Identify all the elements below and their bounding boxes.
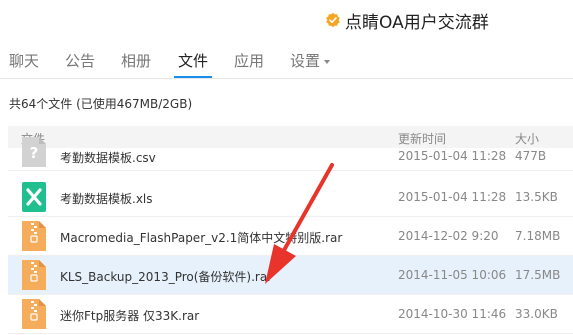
file-size: 13.5KB (515, 190, 558, 204)
file-size: 477B (515, 149, 547, 163)
file-row-selected[interactable]: KLS_Backup_2013_Pro(备份软件).rar 2014-11-05… (8, 256, 573, 295)
file-name[interactable]: Macromedia_FlashPaper_v2.1简体中文特别版.rar (60, 229, 342, 246)
chevron-down-icon (324, 59, 331, 64)
file-row[interactable]: 考勤数据模板.xls 2015-01-04 11:28 13.5KB (8, 178, 573, 217)
file-name[interactable]: KLS_Backup_2013_Pro(备份软件).rar (60, 268, 272, 285)
verified-badge-icon (326, 12, 340, 28)
group-title: 点睛OA用户交流群 (325, 9, 489, 33)
file-size: 33.0KB (515, 307, 558, 321)
group-name-text: 点睛OA用户交流群 (345, 12, 489, 33)
active-tab-indicator (174, 76, 212, 78)
tab-bar: 聊天 公告 相册 文件 应用 设置 (0, 40, 573, 79)
tab-chat[interactable]: 聊天 (9, 50, 39, 71)
file-time: 2015-01-04 11:28 (398, 190, 507, 204)
tab-album[interactable]: 相册 (121, 50, 151, 71)
file-row[interactable]: Macromedia_FlashPaper_v2.1简体中文特别版.rar 20… (8, 217, 573, 256)
file-name[interactable]: 考勤数据模板.csv (60, 149, 156, 166)
file-time: 2014-10-30 11:46 (398, 307, 507, 321)
file-row[interactable]: ? 考勤数据模板.csv 2015-01-04 11:28 477B (8, 137, 573, 171)
excel-file-icon (22, 182, 46, 212)
tab-files[interactable]: 文件 (178, 50, 208, 71)
file-time: 2015-01-04 11:28 (398, 149, 507, 163)
tab-settings-label: 设置 (290, 52, 321, 70)
file-time: 2014-11-05 10:06 (398, 268, 507, 282)
svg-text:?: ? (30, 144, 39, 162)
file-row[interactable]: 迷你Ftp服务器 仅33K.rar 2014-10-30 11:46 33.0K… (8, 295, 573, 334)
file-size: 7.18MB (515, 229, 561, 243)
tab-announcements[interactable]: 公告 (65, 50, 95, 71)
file-name[interactable]: 迷你Ftp服务器 仅33K.rar (60, 307, 199, 324)
file-name[interactable]: 考勤数据模板.xls (60, 190, 153, 207)
archive-file-icon (22, 221, 46, 251)
file-size: 17.5MB (515, 268, 561, 282)
unknown-file-icon: ? (22, 137, 46, 167)
title-bar: 点睛OA用户交流群 (0, 0, 573, 40)
tab-settings[interactable]: 设置 (290, 50, 331, 71)
tab-apps[interactable]: 应用 (234, 50, 264, 71)
storage-summary: 共64个文件 (已使用467MB/2GB) (9, 97, 193, 111)
archive-file-icon (22, 260, 46, 290)
archive-file-icon (22, 299, 46, 329)
file-time: 2014-12-02 9:20 (398, 229, 499, 243)
